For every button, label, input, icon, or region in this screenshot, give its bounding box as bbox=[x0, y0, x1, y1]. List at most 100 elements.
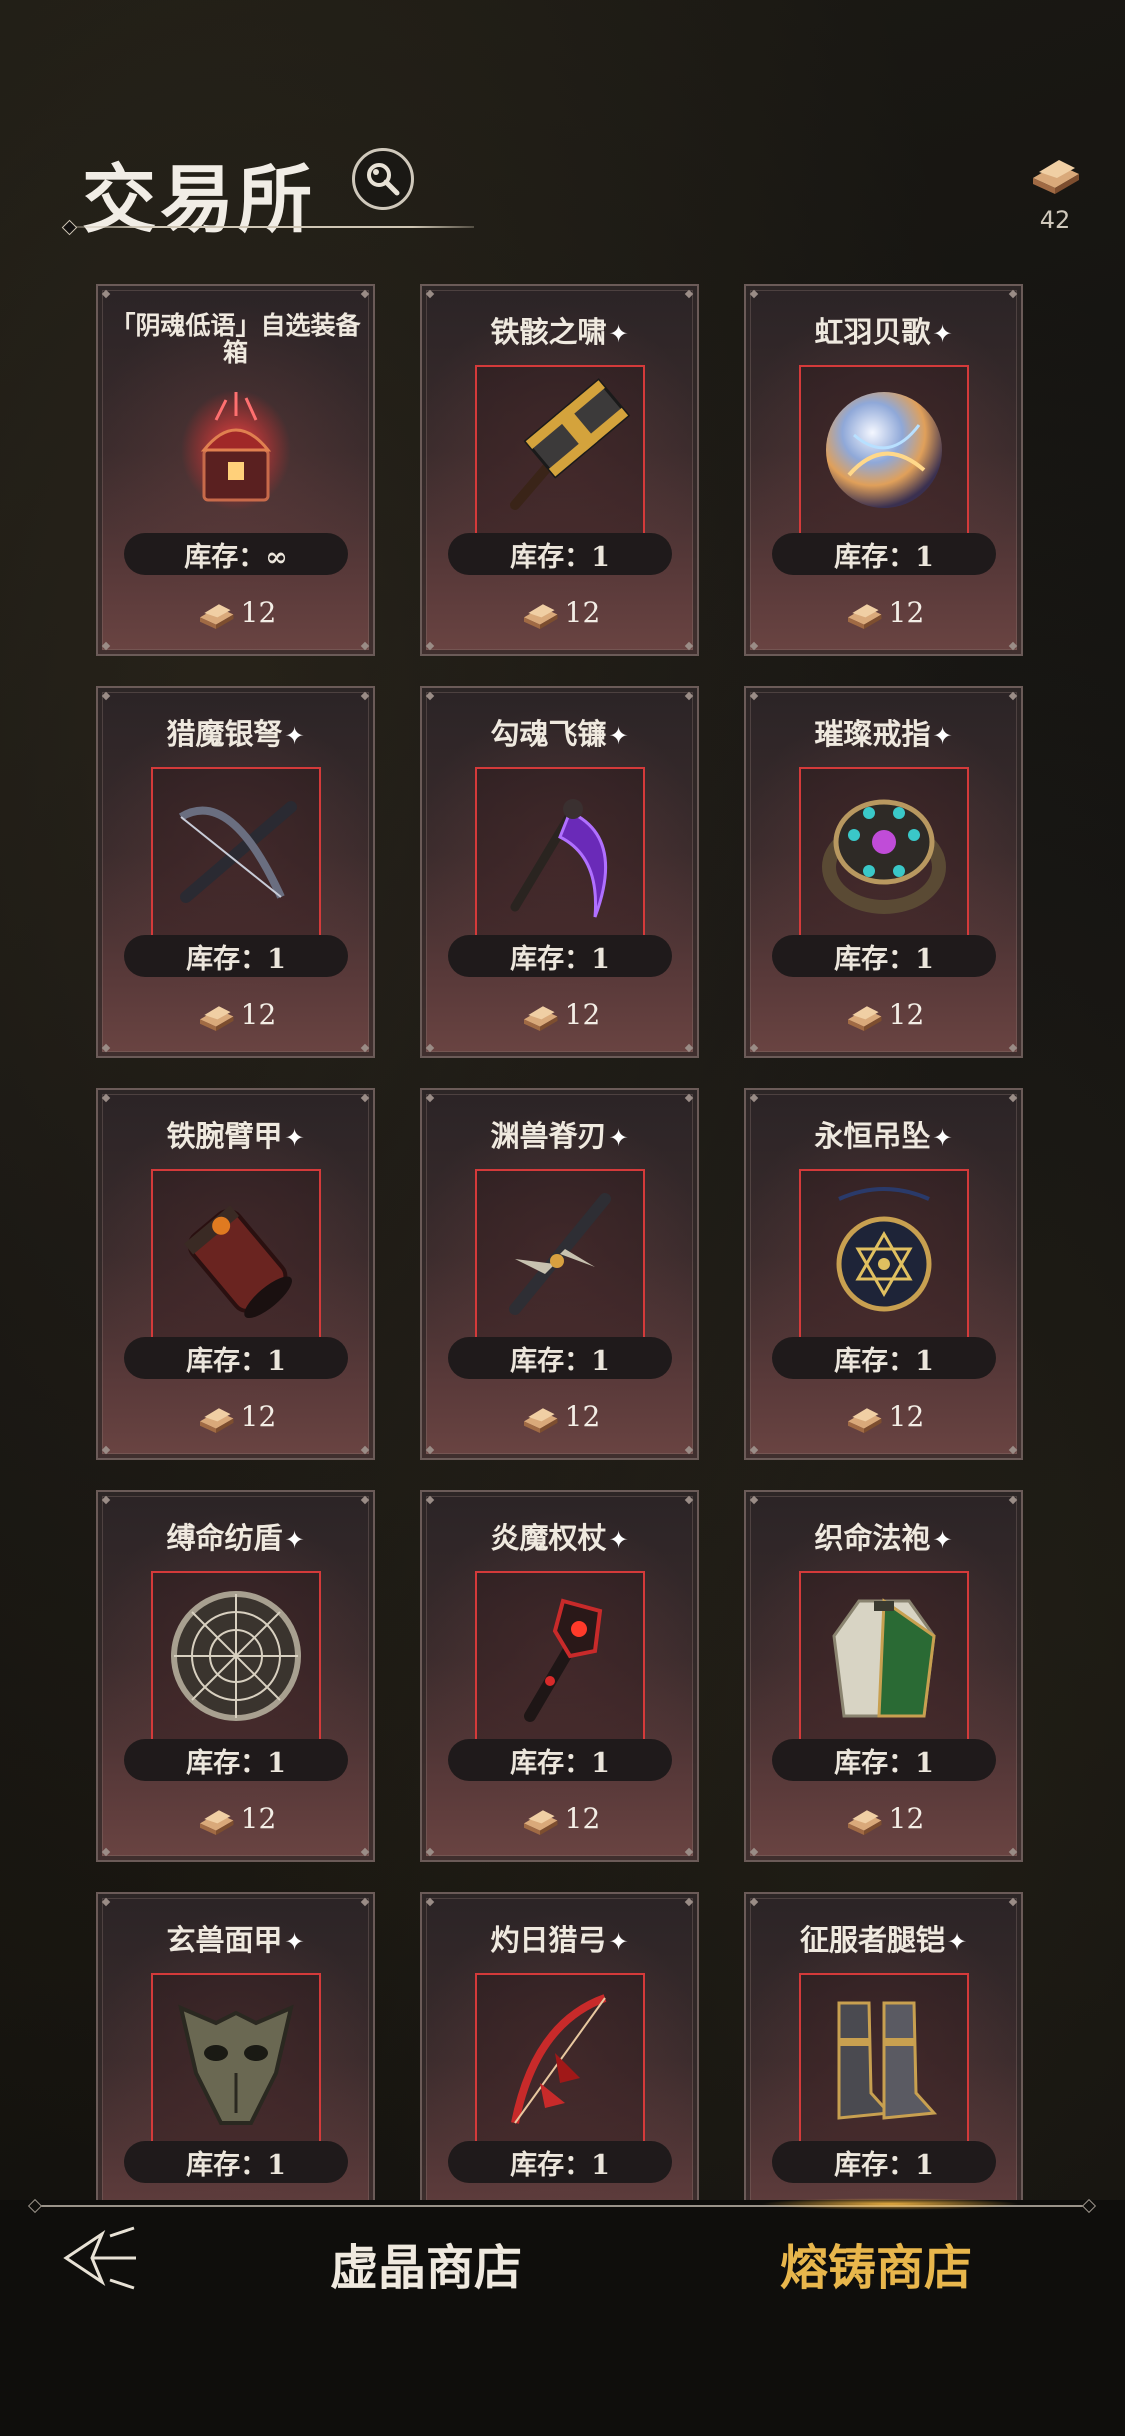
item-name: 缚命纺盾✦ bbox=[166, 1521, 305, 1555]
stock-label: 库存：1 bbox=[772, 935, 996, 977]
ingot-icon bbox=[523, 1407, 558, 1433]
mask-icon bbox=[178, 2004, 294, 2125]
active-tab-glow bbox=[760, 2198, 1020, 2210]
stock-label: 库存：1 bbox=[448, 935, 672, 977]
item-grid: 「阴魂低语」自选装备箱 库存：∞ 12 铁骸之啸✦ 库存：1 12 虹羽贝歌✦ … bbox=[96, 284, 1026, 2204]
price-label: 12 bbox=[422, 596, 697, 629]
item-image bbox=[799, 365, 969, 535]
shop-item-card[interactable]: 「阴魂低语」自选装备箱 库存：∞ 12 bbox=[96, 284, 375, 656]
stock-label: 库存：1 bbox=[448, 533, 672, 575]
price-label: 12 bbox=[746, 998, 1021, 1031]
search-button[interactable] bbox=[352, 148, 414, 210]
item-image bbox=[151, 365, 321, 535]
ingot-icon bbox=[847, 1005, 882, 1031]
shop-item-card[interactable]: 勾魂飞镰✦ 库存：1 12 bbox=[420, 686, 699, 1058]
item-image bbox=[799, 1169, 969, 1339]
item-name: 璀璨戒指✦ bbox=[814, 717, 953, 751]
shop-item-card[interactable]: 铁骸之啸✦ 库存：1 12 bbox=[420, 284, 699, 656]
ingot-icon bbox=[847, 603, 882, 629]
currency-count: 42 bbox=[1039, 206, 1071, 234]
shop-item-card[interactable]: 缚命纺盾✦ 库存：1 12 bbox=[96, 1490, 375, 1862]
hammer-icon bbox=[510, 378, 631, 510]
item-image bbox=[151, 1571, 321, 1741]
ingot-icon bbox=[1033, 160, 1079, 194]
item-image bbox=[475, 1973, 645, 2143]
scepter-icon bbox=[524, 1598, 603, 1722]
title-divider bbox=[64, 226, 474, 228]
shop-item-card[interactable]: 铁腕臂甲✦ 库存：1 12 bbox=[96, 1088, 375, 1460]
stock-label: 库存：1 bbox=[448, 1337, 672, 1379]
back-button[interactable] bbox=[58, 2222, 142, 2294]
orb-icon bbox=[826, 392, 942, 508]
search-icon bbox=[367, 163, 400, 196]
robe-icon bbox=[832, 1598, 936, 1718]
item-image bbox=[799, 1571, 969, 1741]
stock-label: 库存：1 bbox=[124, 1337, 348, 1379]
price-label: 12 bbox=[746, 1802, 1021, 1835]
item-name: 铁腕臂甲✦ bbox=[166, 1119, 305, 1153]
item-name: 永恒吊坠✦ bbox=[814, 1119, 953, 1153]
ingot-icon bbox=[847, 1809, 882, 1835]
header: 交易所 42 bbox=[0, 0, 1125, 260]
ingot-icon bbox=[199, 1809, 234, 1835]
tab-forge-shop[interactable]: 熔铸商店 bbox=[780, 2228, 972, 2298]
shop-item-card[interactable]: 炎魔权杖✦ 库存：1 12 bbox=[420, 1490, 699, 1862]
item-image bbox=[151, 767, 321, 937]
ingot-icon bbox=[523, 603, 558, 629]
price-label: 12 bbox=[746, 1400, 1021, 1433]
item-name: 猎魔银弩✦ bbox=[166, 717, 305, 751]
ingot-icon bbox=[523, 1005, 558, 1031]
item-image bbox=[475, 365, 645, 535]
stock-label: 库存：1 bbox=[772, 533, 996, 575]
item-name: 灼日猎弓✦ bbox=[490, 1923, 629, 1957]
stock-label: 库存：1 bbox=[772, 1337, 996, 1379]
item-name: 玄兽面甲✦ bbox=[166, 1923, 305, 1957]
bow-icon bbox=[511, 1994, 607, 2124]
item-name: 征服者腿铠✦ bbox=[799, 1923, 968, 1957]
ingot-icon bbox=[523, 1809, 558, 1835]
ring-icon bbox=[822, 799, 946, 914]
price-label: 12 bbox=[746, 596, 1021, 629]
item-image bbox=[475, 1571, 645, 1741]
ingot-icon bbox=[199, 1005, 234, 1031]
stock-label: 库存：1 bbox=[772, 1739, 996, 1781]
ingot-icon bbox=[199, 603, 234, 629]
shop-item-card[interactable]: 渊兽脊刃✦ 库存：1 12 bbox=[420, 1088, 699, 1460]
tab-crystal-shop[interactable]: 虚晶商店 bbox=[330, 2228, 522, 2298]
price-label: 12 bbox=[98, 1802, 373, 1835]
currency-display: 42 bbox=[1015, 148, 1095, 234]
item-image bbox=[475, 767, 645, 937]
price-label: 12 bbox=[422, 1400, 697, 1433]
item-image bbox=[151, 1973, 321, 2143]
chest-icon bbox=[181, 390, 291, 510]
item-name: 虹羽贝歌✦ bbox=[814, 315, 953, 349]
price-label: 12 bbox=[98, 1400, 373, 1433]
shop-item-card[interactable]: 玄兽面甲✦ 库存：1 bbox=[96, 1892, 375, 2204]
stock-label: 库存：1 bbox=[124, 2141, 348, 2183]
shop-item-card[interactable]: 征服者腿铠✦ 库存：1 bbox=[744, 1892, 1023, 2204]
shield-icon bbox=[171, 1591, 301, 1721]
ingot-icon bbox=[199, 1407, 234, 1433]
shop-item-card[interactable]: 虹羽贝歌✦ 库存：1 12 bbox=[744, 284, 1023, 656]
shop-item-card[interactable]: 灼日猎弓✦ 库存：1 bbox=[420, 1892, 699, 2204]
stock-label: 库存：1 bbox=[124, 1739, 348, 1781]
stock-label: 库存：1 bbox=[448, 1739, 672, 1781]
back-arrow-icon bbox=[63, 2226, 136, 2290]
shop-item-card[interactable]: 璀璨戒指✦ 库存：1 12 bbox=[744, 686, 1023, 1058]
item-image bbox=[799, 767, 969, 937]
item-name: 渊兽脊刃✦ bbox=[490, 1119, 629, 1153]
item-name: 炎魔权杖✦ bbox=[490, 1521, 629, 1555]
item-name: 「阴魂低语」自选装备箱 bbox=[110, 311, 361, 367]
stock-label: 库存：1 bbox=[448, 2141, 672, 2183]
item-name: 织命法袍✦ bbox=[814, 1521, 953, 1555]
shop-item-card[interactable]: 猎魔银弩✦ 库存：1 12 bbox=[96, 686, 375, 1058]
price-label: 12 bbox=[98, 998, 373, 1031]
item-image bbox=[799, 1973, 969, 2143]
blade-icon bbox=[509, 1193, 611, 1315]
shop-item-card[interactable]: 永恒吊坠✦ 库存：1 12 bbox=[744, 1088, 1023, 1460]
bracer-icon bbox=[184, 1205, 293, 1319]
crossbow-icon bbox=[178, 801, 297, 903]
scythe-icon bbox=[510, 799, 608, 918]
shop-item-card[interactable]: 织命法袍✦ 库存：1 12 bbox=[744, 1490, 1023, 1862]
item-image bbox=[475, 1169, 645, 1339]
